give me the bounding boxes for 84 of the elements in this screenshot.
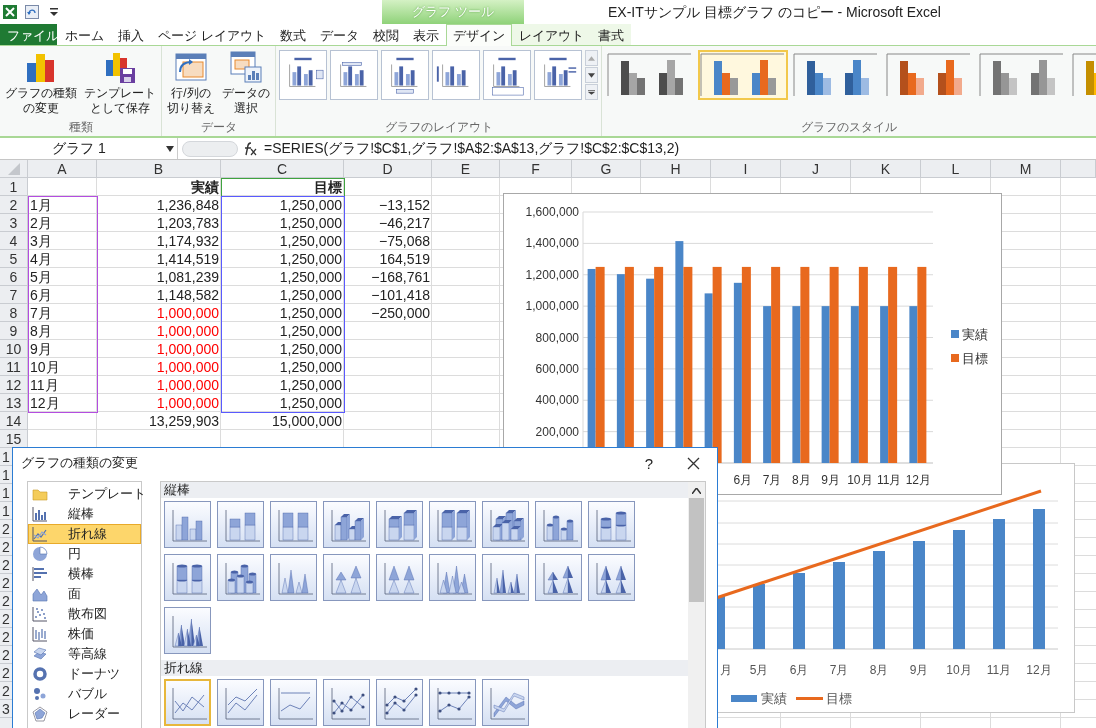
cell-value: 目標 [314,178,342,196]
category-label: 6月 [789,663,809,677]
cell-value: 1,250,000 [279,394,342,412]
y-tick-label: 1,000,000 [525,299,579,314]
legend-label: 目標 [962,351,988,366]
context-tab-header: グラフ ツール [382,0,524,24]
cell-value: 4月 [30,250,52,268]
x-tick-label: 12月 [905,473,932,487]
category-label: 7月 [829,663,849,677]
cell-value: 1,250,000 [279,286,342,304]
cell-value: 1,203,783 [156,214,219,232]
cell-value: 1,250,000 [279,214,342,232]
cell-value: 1,000,000 [156,340,219,358]
x-tick-label: 9月 [821,473,840,487]
cell-value: 1,250,000 [279,376,342,394]
x-tick-label: 11月 [876,473,902,487]
cell-value: 1,250,000 [279,340,342,358]
cell-value: 1,236,848 [156,196,219,214]
cell-value: 1,250,000 [279,250,342,268]
cell-value: 15,000,000 [271,412,342,430]
cell-value: 6月 [30,286,52,304]
cell-value: −101,418 [371,286,430,304]
legend-label: 実績 [761,691,787,706]
category-label: 11月 [986,663,1012,677]
cell-value: 1,250,000 [279,232,342,250]
cell-value: 164,519 [379,250,430,268]
cell-value: 1,250,000 [279,196,342,214]
cell-value: 12月 [30,394,60,412]
y-tick-label: 200,000 [535,424,579,439]
y-tick-label: 400,000 [535,393,579,408]
cell-value: −168,761 [371,268,430,286]
x-tick-label: 7月 [762,473,782,487]
cell-value: 11月 [30,376,59,394]
cell-value: 1,081,239 [156,268,219,286]
legend-label: 目標 [826,691,852,706]
cell-value: 1,000,000 [156,304,219,322]
x-tick-label: 8月 [792,473,811,487]
cell-value: 1,000,000 [156,358,219,376]
cell-value: −250,000 [371,304,430,322]
group-label: 種類 [67,119,94,136]
cell-value: −13,152 [379,196,430,214]
group-label: グラフのレイアウト [383,119,494,136]
cell-value: 1,000,000 [156,394,219,412]
cell-value: 1,148,582 [156,286,219,304]
cell-value: 8月 [30,322,52,340]
cell-value: 1,250,000 [279,358,342,376]
cell-value: 10月 [30,358,60,376]
cell-value: 1,000,000 [156,376,219,394]
window-title: EX-ITサンプル 目標グラフ のコピー - Microsoft Excel [608,3,941,22]
y-tick-label: 1,200,000 [525,267,579,282]
y-tick-label: 1,400,000 [525,236,579,251]
cell-value: 5月 [30,268,52,286]
cell-value: 1,174,932 [156,232,219,250]
x-tick-label: 10月 [847,473,873,487]
cell-value: 1,250,000 [279,322,342,340]
y-tick-label: 600,000 [535,361,579,376]
category-label: 5月 [749,663,769,677]
cell-value: 1,250,000 [279,304,342,322]
cell-value: 2月 [30,214,52,232]
category-label: 月 [720,663,732,677]
cell-value: 13,259,903 [148,412,219,430]
cell-value: 1,250,000 [279,268,342,286]
legend-label: 実績 [962,327,988,342]
section-header: 縦棒 [161,482,688,498]
category-label: 8月 [869,663,889,677]
cell-value: −75,068 [379,232,430,250]
cell-value: 7月 [30,304,52,322]
group-label: グラフのスタイル [800,119,898,136]
category-label: 9月 [909,663,929,677]
cell-value: 3月 [30,232,52,250]
cell-value: 1,414,519 [156,250,219,268]
category-label: 12月 [1026,663,1052,677]
section-header: 折れ線 [161,660,688,676]
cell-value: 1月 [30,196,52,214]
cell-value: 実績 [191,178,219,196]
group-label: データ [199,119,238,136]
dialog-title: グラフの種類の変更 [21,454,139,472]
cell-value: 1,000,000 [156,322,219,340]
cell-value: 9月 [30,340,52,358]
x-tick-label: 6月 [733,473,753,487]
y-tick-label: 1,600,000 [525,205,579,219]
category-label: 10月 [946,663,972,677]
cell-value: −46,217 [379,214,430,232]
y-tick-label: 800,000 [535,330,579,345]
